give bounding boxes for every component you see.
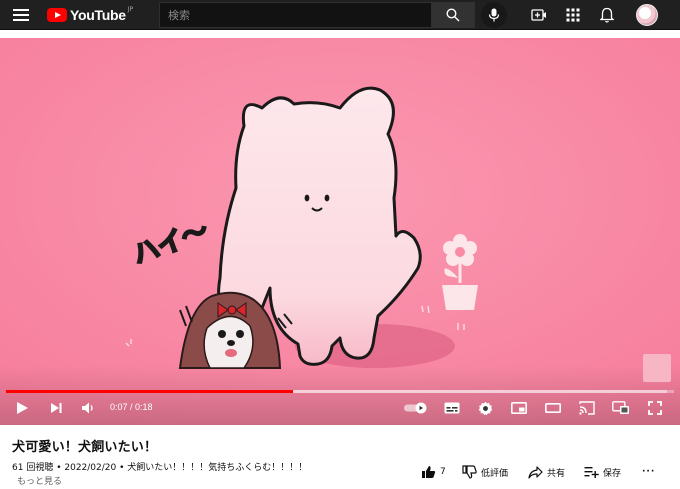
cast-button[interactable]: [577, 398, 597, 418]
top-bar: YouTube JP: [0, 0, 680, 30]
subtitles-icon: [444, 402, 460, 414]
remote-play-button[interactable]: [611, 398, 631, 418]
next-icon: [51, 403, 62, 413]
theater-mode-button[interactable]: [543, 398, 563, 418]
avatar[interactable]: [636, 4, 658, 26]
settings-button[interactable]: [475, 398, 495, 418]
remote-icon: [612, 401, 629, 414]
youtube-logo[interactable]: YouTube JP: [47, 6, 134, 23]
share-icon: [528, 465, 543, 479]
subtitles-button[interactable]: [441, 398, 463, 418]
logo-text: YouTube: [70, 7, 126, 23]
thumbs-up-icon: [422, 466, 436, 478]
search-input[interactable]: [160, 3, 431, 27]
theater-icon: [545, 403, 561, 413]
apps-icon: [566, 8, 580, 22]
save-button[interactable]: 保存: [584, 462, 621, 482]
cast-icon: [579, 401, 595, 415]
play-button[interactable]: [12, 398, 32, 418]
save-label: 保存: [603, 468, 622, 479]
fullscreen-button[interactable]: [645, 398, 665, 418]
video-title: 犬可愛い！犬飼いたい！: [12, 440, 158, 455]
create-button[interactable]: [529, 5, 549, 25]
like-count: 7: [440, 467, 446, 477]
dislike-button[interactable]: 低評価: [462, 462, 508, 482]
like-button[interactable]: 7: [421, 462, 446, 482]
video-player[interactable]: ハイ〜 0:07 / 0:18: [0, 38, 680, 425]
more-actions-button[interactable]: ···: [642, 462, 655, 482]
progress-bar[interactable]: [6, 390, 674, 393]
share-button[interactable]: 共有: [528, 462, 565, 482]
search-icon: [446, 8, 460, 22]
share-label: 共有: [547, 468, 566, 479]
search-button[interactable]: [431, 2, 475, 28]
view-count: 61 回視聴: [12, 463, 54, 473]
voice-search-button[interactable]: [481, 2, 507, 28]
fullscreen-icon: [648, 401, 662, 415]
volume-icon: [82, 402, 93, 414]
logo-region: JP: [127, 6, 134, 13]
notifications-button[interactable]: [597, 5, 617, 25]
dislike-label: 低評価: [481, 468, 509, 479]
channel-watermark[interactable]: [643, 354, 671, 382]
more-icon: ···: [642, 467, 656, 477]
playlist-add-icon: [584, 467, 599, 478]
bell-icon: [600, 7, 614, 23]
time-display: 0:07 / 0:18: [110, 402, 153, 412]
play-icon: [17, 402, 28, 414]
video-meta: 61 回視聴 • 2022/02/20 • 犬飼いたい！！！！気持ちふくらむ！！…: [12, 463, 308, 473]
next-button[interactable]: [46, 398, 66, 418]
menu-icon[interactable]: [13, 7, 29, 23]
apps-button[interactable]: [563, 5, 583, 25]
miniplayer-button[interactable]: [509, 398, 529, 418]
volume-button[interactable]: [78, 398, 98, 418]
duration: 0:18: [135, 402, 153, 412]
upload-date: 2022/02/20: [64, 463, 117, 473]
gear-icon: [478, 401, 492, 415]
logo-play-icon: [47, 8, 67, 22]
autoplay-toggle[interactable]: [402, 398, 430, 418]
current-time: 0:07: [110, 402, 128, 412]
search-box: [159, 2, 431, 28]
miniplayer-icon: [511, 402, 527, 414]
create-icon: [531, 9, 546, 21]
description-snippet: 犬飼いたい！！！！気持ちふくらむ！！！！: [127, 463, 308, 473]
thumbs-down-icon: [462, 465, 477, 479]
show-more-link[interactable]: もっと見る: [17, 474, 62, 487]
mic-icon: [488, 8, 500, 22]
progress-played: [6, 390, 294, 393]
autoplay-icon: [404, 402, 427, 414]
